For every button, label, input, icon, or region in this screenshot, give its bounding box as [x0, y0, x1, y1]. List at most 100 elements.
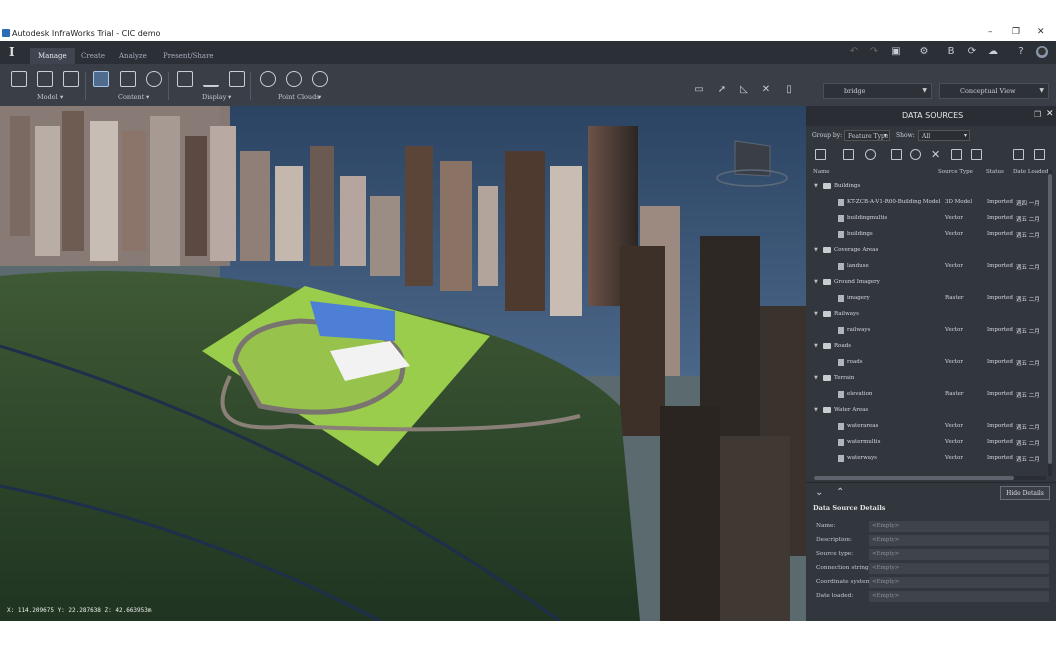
group-row-buildings[interactable]: ▼ Buildings	[812, 180, 1048, 194]
data-sources-icon[interactable]	[93, 71, 109, 87]
style-palette-icon[interactable]	[120, 71, 136, 87]
close-button[interactable]: ✕	[1037, 27, 1045, 37]
presentation-icon[interactable]: ▭	[693, 84, 705, 96]
collapse-icon[interactable]: ▼	[814, 183, 818, 189]
collapse-icon[interactable]: ▼	[814, 279, 818, 285]
point-cloud-modeling-icon[interactable]	[312, 71, 328, 87]
model-properties-icon[interactable]	[11, 71, 27, 87]
infraworks-logo[interactable]: I	[9, 45, 15, 59]
point-cloud-icon[interactable]	[260, 71, 276, 87]
database-icon[interactable]	[843, 149, 854, 160]
table-row[interactable]: roads Vector Imported 週五 二月	[812, 356, 1048, 370]
model-proposal-icon[interactable]	[37, 71, 53, 87]
collapse-icon[interactable]: ▼	[814, 343, 818, 349]
group-row-coverage-areas[interactable]: ▼ Coverage Areas	[812, 244, 1048, 258]
table-row[interactable]: elevation Raster Imported 週五 二月	[812, 388, 1048, 402]
group-by-select[interactable]: Feature Type ▾	[844, 130, 890, 141]
table-row[interactable]: buildingmultis Vector Imported 週五 二月	[812, 212, 1048, 226]
column-status[interactable]: Status	[986, 169, 1004, 175]
scroll-thumb[interactable]	[1048, 174, 1052, 464]
ribbon-group-content[interactable]: Content	[118, 93, 144, 101]
settings-icon[interactable]: ⚙	[918, 46, 930, 58]
group-row-water-areas[interactable]: ▼ Water Areas	[812, 404, 1048, 418]
cloud-icon[interactable]: ☁	[987, 46, 999, 58]
collapse-icon[interactable]: ▼	[814, 375, 818, 381]
collapse-icon[interactable]: ▼	[814, 311, 818, 317]
group-row-railways[interactable]: ▼ Railways	[812, 308, 1048, 322]
table-row[interactable]: railways Vector Imported 週五 二月	[812, 324, 1048, 338]
group-row-ground-imagery[interactable]: ▼ Ground Imagery	[812, 276, 1048, 290]
minimize-button[interactable]: –	[988, 27, 993, 37]
table-row[interactable]: waterareas Vector Imported 週五 二月	[812, 420, 1048, 434]
select-icon[interactable]: ➚	[716, 84, 728, 96]
connect-icon[interactable]	[865, 149, 876, 160]
detail-field-description[interactable]: <Empty>	[869, 535, 1049, 546]
table-row[interactable]: imagery Raster Imported 週五 二月	[812, 292, 1048, 306]
remove-icon[interactable]: ✕	[931, 149, 942, 160]
model-bounds-icon[interactable]	[63, 71, 79, 87]
table-row[interactable]: waterways Vector Imported 週五 二月	[812, 452, 1048, 466]
detail-field-connection-string[interactable]: <Empty>	[869, 563, 1049, 574]
detail-field-coordinate-system[interactable]: <Empty>	[869, 577, 1049, 588]
hide-details-button[interactable]: Hide Details	[1000, 486, 1050, 500]
configure-icon[interactable]	[891, 149, 902, 160]
scroll-thumb[interactable]	[814, 476, 1014, 480]
refresh-icon[interactable]	[910, 149, 921, 160]
terrain-theme-icon[interactable]	[203, 71, 219, 87]
redo-icon[interactable]: ↷	[868, 46, 880, 58]
group-row-terrain[interactable]: ▼ Terrain	[812, 372, 1048, 386]
show-select[interactable]: All ▾	[918, 130, 970, 141]
undo-icon[interactable]: ↶	[848, 46, 860, 58]
horizontal-scrollbar[interactable]	[814, 476, 1046, 480]
ribbon-group-display[interactable]: Display	[202, 93, 226, 101]
tab-analyze[interactable]: Analyze	[111, 48, 155, 64]
undock-icon[interactable]: ❐	[1034, 110, 1041, 119]
legend-icon[interactable]	[229, 71, 245, 87]
filter-icon[interactable]	[1013, 149, 1024, 160]
group-row-roads[interactable]: ▼ Roads	[812, 340, 1048, 354]
layers-icon[interactable]	[177, 71, 193, 87]
collapse-icon[interactable]: ▼	[814, 247, 818, 253]
tab-manage[interactable]: Manage	[30, 48, 75, 64]
chevron-down-icon[interactable]: ▾	[146, 93, 149, 101]
chevron-down-icon[interactable]: ▾	[60, 93, 63, 101]
expand-down-icon[interactable]: ⌄	[815, 487, 823, 498]
model-icon[interactable]: ▣	[890, 46, 902, 58]
sync-icon[interactable]: ⟳	[966, 46, 978, 58]
point-cloud-terrain-icon[interactable]	[286, 71, 302, 87]
collapse-up-icon[interactable]: ⌃	[836, 487, 844, 498]
ribbon-group-point-clouds[interactable]: Point Clouds	[278, 93, 320, 101]
close-icon[interactable]: ✕	[1046, 109, 1054, 119]
add-source-icon[interactable]	[815, 149, 826, 160]
column-date-loaded[interactable]: Date Loaded	[1013, 169, 1048, 175]
tools-icon[interactable]: ✕	[760, 84, 772, 96]
vertical-scrollbar[interactable]	[1048, 170, 1052, 476]
user-avatar-icon[interactable]: ●	[1036, 46, 1048, 58]
column-name[interactable]: Name	[813, 169, 830, 175]
table-row[interactable]: KT-ZCB-A-V1-R00-Building Model 3D Model …	[812, 196, 1048, 210]
options-icon[interactable]	[1034, 149, 1045, 160]
help-icon[interactable]: ?	[1015, 46, 1027, 58]
chevron-down-icon[interactable]: ▾	[318, 93, 321, 101]
detail-field-date-loaded[interactable]: <Empty>	[869, 591, 1049, 602]
table-row[interactable]: watermultis Vector Imported 週五 二月	[812, 436, 1048, 450]
search-select[interactable]: bridge ▼	[823, 83, 932, 99]
chevron-down-icon[interactable]: ▾	[228, 93, 231, 101]
measure-icon[interactable]: ◺	[738, 84, 750, 96]
close-source-icon[interactable]	[971, 149, 982, 160]
column-source-type[interactable]: Source Type	[938, 169, 973, 175]
bim-icon[interactable]: B	[945, 46, 957, 58]
restore-button[interactable]: ❐	[1012, 27, 1020, 37]
detail-field-name[interactable]: <Empty>	[869, 521, 1049, 532]
bookmark-icon[interactable]: ▯	[783, 84, 795, 96]
collapse-icon[interactable]: ▼	[814, 407, 818, 413]
tab-present-share[interactable]: Present/Share	[155, 48, 222, 64]
table-row[interactable]: landuse Vector Imported 週五 二月	[812, 260, 1048, 274]
detail-field-source-type[interactable]: <Empty>	[869, 549, 1049, 560]
ribbon-group-model[interactable]: Model	[37, 93, 58, 101]
tab-create[interactable]: Create	[73, 48, 113, 64]
3d-viewport[interactable]	[0, 106, 806, 621]
view-select[interactable]: Conceptual View ▼	[939, 83, 1049, 99]
export-icon[interactable]	[951, 149, 962, 160]
asset-library-icon[interactable]	[146, 71, 162, 87]
